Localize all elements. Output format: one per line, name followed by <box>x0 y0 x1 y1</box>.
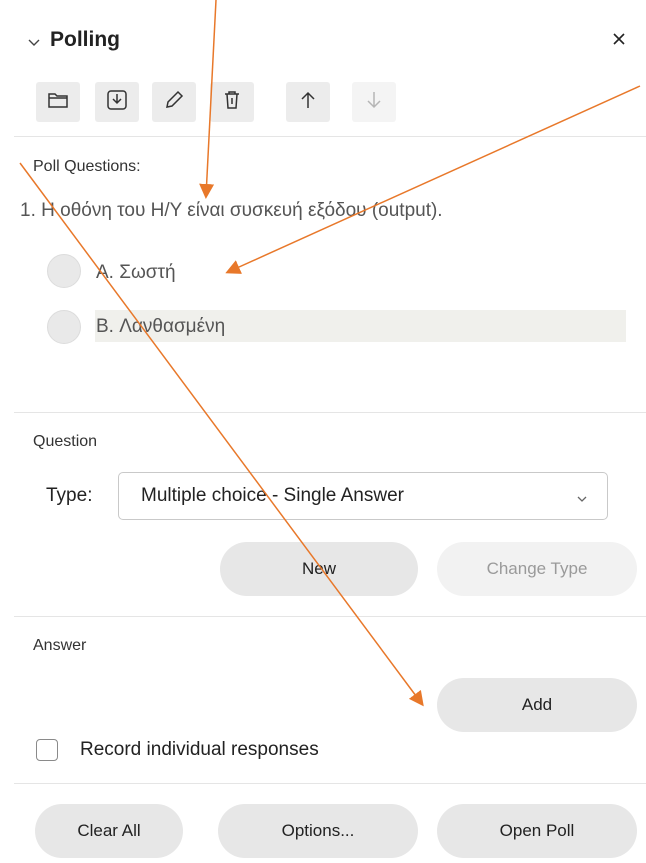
divider <box>14 616 646 617</box>
answer-radio[interactable] <box>47 254 81 288</box>
arrow-down-icon <box>363 89 385 116</box>
answer-label[interactable]: B. Λανθασμένη <box>96 316 225 338</box>
annotation-arrows <box>19 0 641 707</box>
open-folder-button[interactable] <box>36 82 80 122</box>
record-responses-label[interactable]: Record individual responses <box>80 739 319 761</box>
new-question-button[interactable]: New <box>220 542 418 596</box>
chevron-down-icon <box>575 490 589 512</box>
answer-radio[interactable] <box>47 310 81 344</box>
chevron-down-icon <box>26 32 42 48</box>
folder-icon <box>47 90 69 115</box>
panel-title: Polling <box>50 28 120 51</box>
download-icon <box>106 89 128 116</box>
edit-icon <box>163 89 185 116</box>
add-answer-button[interactable]: Add <box>437 678 637 732</box>
edit-button[interactable] <box>152 82 196 122</box>
question-type-value: Multiple choice - Single Answer <box>141 485 404 506</box>
move-up-button[interactable] <box>286 82 330 122</box>
answer-label[interactable]: A. Σωστή <box>96 262 176 284</box>
poll-question-text[interactable]: 1. Η οθόνη του Η/Υ είναι συσκευή εξόδου … <box>20 200 443 222</box>
question-section-label: Question <box>33 433 98 450</box>
divider <box>14 783 646 784</box>
save-poll-button[interactable] <box>95 82 139 122</box>
move-down-button[interactable] <box>352 82 396 122</box>
delete-button[interactable] <box>210 82 254 122</box>
record-responses-checkbox[interactable] <box>36 739 58 761</box>
change-type-button[interactable]: Change Type <box>437 542 637 596</box>
answer-section-label: Answer <box>33 637 87 654</box>
poll-questions-label: Poll Questions: <box>33 158 141 175</box>
close-icon[interactable] <box>604 24 634 54</box>
clear-all-button[interactable]: Clear All <box>35 804 183 858</box>
panel-header[interactable]: Polling <box>26 28 120 52</box>
type-label: Type: <box>46 485 93 506</box>
options-button[interactable]: Options... <box>218 804 418 858</box>
question-type-select[interactable]: Multiple choice - Single Answer <box>118 472 608 520</box>
trash-icon <box>221 89 243 116</box>
open-poll-button[interactable]: Open Poll <box>437 804 637 858</box>
arrow-up-icon <box>297 89 319 116</box>
divider <box>14 136 646 137</box>
divider <box>14 412 646 413</box>
